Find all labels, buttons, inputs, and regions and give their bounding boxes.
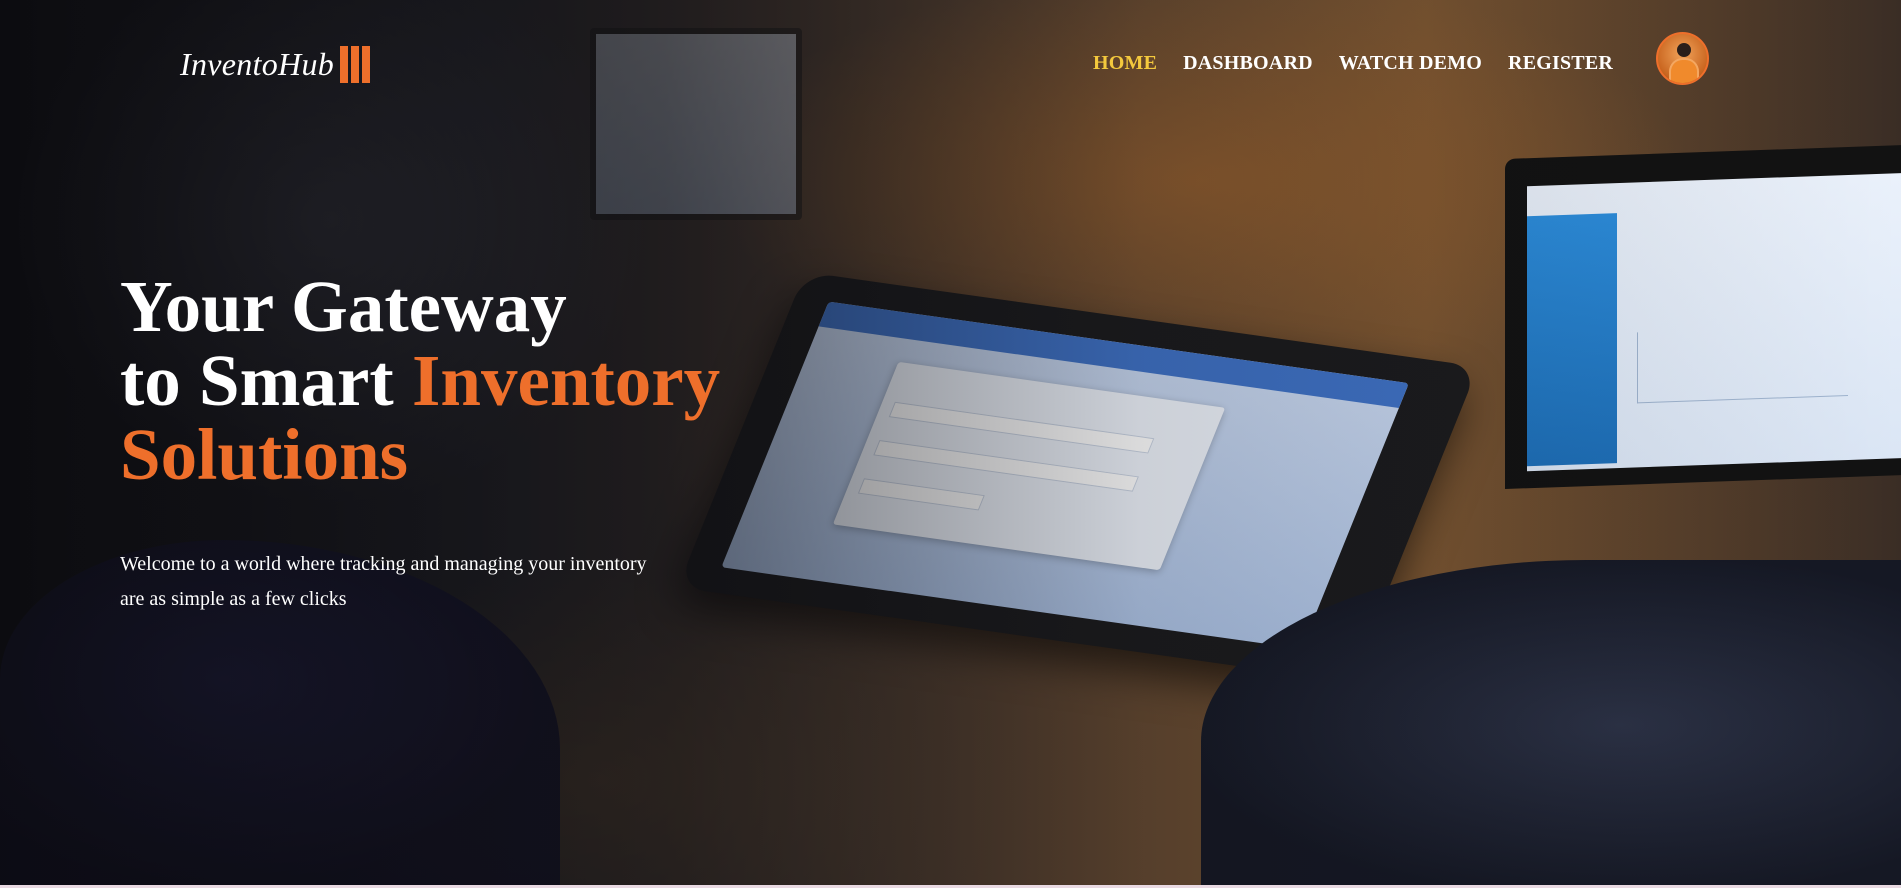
brand-logo[interactable]: InventoHub — [180, 46, 371, 83]
hero-subtext-line-1: Welcome to a world where tracking and ma… — [120, 553, 647, 575]
hero-subtext: Welcome to a world where tracking and ma… — [120, 547, 740, 617]
hero-headline: Your Gateway to Smart Inventory Solution… — [120, 270, 720, 492]
user-avatar-icon[interactable] — [1656, 32, 1709, 85]
avatar-head-shape — [1677, 43, 1691, 57]
headline-accent-solutions: Solutions — [120, 414, 409, 495]
nav-link-home[interactable]: HOME — [1093, 52, 1157, 75]
hero-subtext-line-2: are as simple as a few clicks — [120, 588, 347, 610]
headline-accent-inventory: Inventory — [411, 340, 721, 421]
nav-link-register[interactable]: REGISTER — [1508, 52, 1613, 75]
brand-logo-text: InventoHub — [180, 46, 335, 82]
headline-line-1: Your Gateway — [120, 266, 567, 347]
hero-section: InventoHub HOME DASHBOARD WATCH DEMO REG… — [0, 0, 1901, 885]
avatar-body-shape — [1669, 58, 1699, 83]
nav-link-dashboard[interactable]: DASHBOARD — [1183, 52, 1313, 75]
brand-bars-icon — [340, 46, 371, 83]
headline-line-2-prefix: to Smart — [120, 340, 412, 421]
headline-line-2: to Smart Inventory — [120, 344, 720, 418]
nav-link-watch-demo[interactable]: WATCH DEMO — [1339, 52, 1482, 75]
top-navbar: InventoHub HOME DASHBOARD WATCH DEMO REG… — [0, 0, 1901, 120]
main-nav: HOME DASHBOARD WATCH DEMO REGISTER — [1093, 52, 1613, 75]
